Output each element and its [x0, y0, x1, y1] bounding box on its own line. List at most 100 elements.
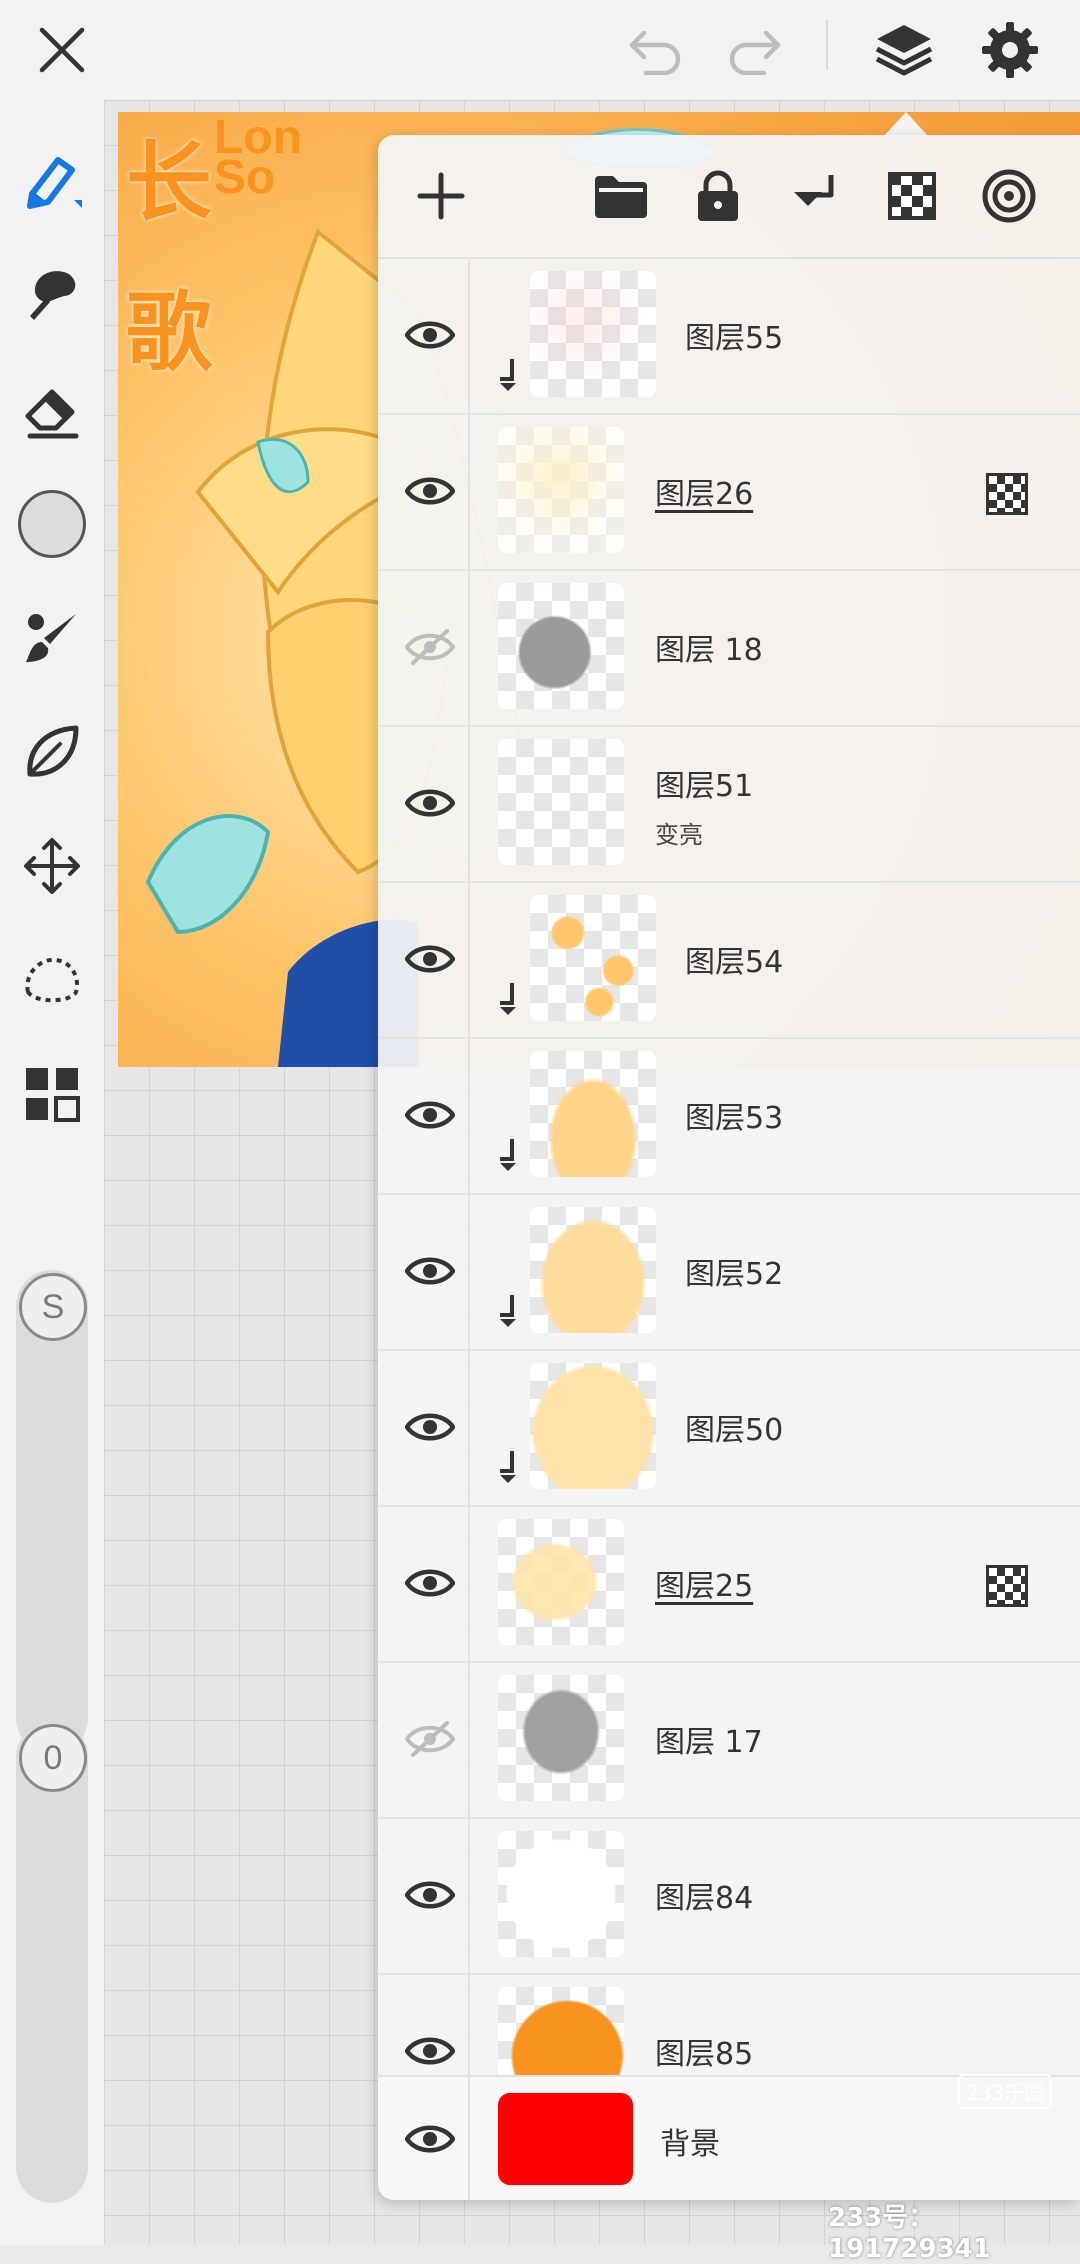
- layer-thumbnail[interactable]: [498, 583, 624, 709]
- leaf-tool-button[interactable]: [10, 710, 94, 794]
- layer-name: 图层53: [685, 1101, 784, 1136]
- lasso-tool-button[interactable]: [10, 938, 94, 1022]
- row-divider: [468, 1193, 470, 1349]
- visibility-toggle[interactable]: [400, 929, 460, 989]
- size-slider-label: S: [41, 1287, 65, 1326]
- transparency-lock-button[interactable]: [877, 161, 947, 231]
- eye-icon: [405, 1413, 455, 1441]
- layer-row[interactable]: 图层 18: [378, 569, 1080, 727]
- eye-icon: [405, 2037, 455, 2065]
- layers-button[interactable]: [864, 10, 944, 90]
- layer-row[interactable]: 图层84: [378, 1817, 1080, 1975]
- add-folder-button[interactable]: [586, 161, 656, 231]
- visibility-toggle[interactable]: [400, 617, 460, 677]
- row-divider: [468, 1661, 470, 1817]
- visibility-toggle[interactable]: [400, 1865, 460, 1925]
- background-color-thumbnail[interactable]: [498, 2093, 633, 2185]
- add-layer-button[interactable]: [406, 161, 476, 231]
- clipping-arrow-icon: [490, 981, 520, 1025]
- layer-thumbnail[interactable]: [530, 1051, 656, 1177]
- brush-size-slider[interactable]: S: [16, 1270, 88, 1754]
- artwork-title-cn-1: 长: [126, 133, 212, 233]
- grid-menu-button[interactable]: [10, 1052, 94, 1136]
- brush-settings-button[interactable]: [10, 596, 94, 680]
- layer-thumbnail[interactable]: [530, 1207, 656, 1333]
- layer-thumbnail-content: [530, 895, 656, 1021]
- visibility-toggle[interactable]: [400, 1709, 460, 1769]
- layer-row[interactable]: 图层26: [378, 413, 1080, 571]
- row-divider: [468, 1505, 470, 1661]
- layer-thumbnail[interactable]: [530, 895, 656, 1021]
- visibility-toggle[interactable]: [400, 2109, 460, 2169]
- move-tool-icon: [24, 838, 80, 894]
- tool-sidebar: S 0: [0, 100, 104, 2245]
- lasso-tool-icon: [25, 957, 79, 1003]
- pen-tool-button[interactable]: [10, 138, 94, 222]
- layer-thumbnail[interactable]: [498, 427, 624, 553]
- layer-name: 图层54: [685, 945, 784, 980]
- grid-menu-icon: [26, 1068, 80, 1122]
- layer-row[interactable]: 图层50: [378, 1349, 1080, 1507]
- layer-thumbnail[interactable]: [530, 1363, 656, 1489]
- visibility-toggle[interactable]: [400, 1241, 460, 1301]
- row-divider: [468, 1817, 470, 1973]
- visibility-toggle[interactable]: [400, 305, 460, 365]
- close-button[interactable]: [22, 10, 102, 90]
- layer-name: 图层55: [685, 321, 784, 356]
- visibility-toggle[interactable]: [400, 1085, 460, 1145]
- layer-row[interactable]: 图层51 变亮: [378, 725, 1080, 883]
- layer-row[interactable]: 图层54: [378, 881, 1080, 1039]
- layer-thumbnail[interactable]: [530, 271, 656, 397]
- layer-row[interactable]: 图层25: [378, 1505, 1080, 1663]
- undo-button[interactable]: [616, 10, 696, 90]
- merge-down-button[interactable]: [780, 161, 850, 231]
- toolbar-divider: [826, 20, 828, 70]
- opacity-slider-label: 0: [43, 1738, 63, 1777]
- plus-icon: [417, 172, 465, 220]
- row-divider: [468, 1037, 470, 1193]
- visibility-toggle[interactable]: [400, 2021, 460, 2081]
- target-icon: [982, 169, 1036, 223]
- color-swatch-button[interactable]: [10, 482, 94, 566]
- layer-name: 图层51: [655, 769, 754, 804]
- watermark-badge: 233乐园: [958, 2074, 1053, 2109]
- layer-row[interactable]: 图层 17: [378, 1661, 1080, 1819]
- clipping-arrow-icon: [490, 1293, 520, 1337]
- smudge-tool-icon: [30, 271, 76, 320]
- eye-hidden-icon: [405, 1721, 455, 1757]
- eye-icon: [405, 1257, 455, 1285]
- layer-row[interactable]: 图层55: [378, 257, 1080, 415]
- layer-thumbnail[interactable]: [498, 1519, 624, 1645]
- visibility-toggle[interactable]: [400, 773, 460, 833]
- lock-icon: [698, 170, 738, 221]
- reference-layer-button[interactable]: [974, 161, 1044, 231]
- redo-button[interactable]: [714, 10, 794, 90]
- layer-thumbnail-content: [530, 271, 656, 397]
- row-divider: [468, 1349, 470, 1505]
- opacity-slider[interactable]: 0: [16, 1721, 88, 2203]
- layer-thumbnail[interactable]: [498, 1675, 624, 1801]
- opacity-knob[interactable]: 0: [19, 1724, 87, 1792]
- layers-panel: 图层55 图层26 图层 18 图层51 变亮 图层54 图层53 图层52 图层50 图层25 图…: [378, 135, 1080, 2200]
- visibility-toggle[interactable]: [400, 1397, 460, 1457]
- clipping-arrow-icon: [490, 1449, 520, 1493]
- eye-icon: [405, 477, 455, 505]
- row-divider: [468, 725, 470, 881]
- layer-thumbnail[interactable]: [498, 1831, 624, 1957]
- layers-toolbar: [378, 135, 1080, 259]
- brush-size-knob[interactable]: S: [19, 1273, 87, 1341]
- visibility-toggle[interactable]: [400, 1553, 460, 1613]
- layer-row[interactable]: 图层53: [378, 1037, 1080, 1195]
- layer-row[interactable]: 图层52: [378, 1193, 1080, 1351]
- eraser-tool-button[interactable]: [10, 368, 94, 452]
- layer-thumbnail[interactable]: [498, 739, 624, 865]
- clipping-arrow-icon: [490, 357, 520, 401]
- alpha-lock-icon[interactable]: [986, 473, 1028, 515]
- alpha-lock-icon[interactable]: [986, 1565, 1028, 1607]
- eye-hidden-icon: [405, 629, 455, 665]
- smudge-tool-button[interactable]: [10, 252, 94, 336]
- settings-button[interactable]: [970, 10, 1050, 90]
- lock-layer-button[interactable]: [683, 161, 753, 231]
- visibility-toggle[interactable]: [400, 461, 460, 521]
- move-tool-button[interactable]: [10, 824, 94, 908]
